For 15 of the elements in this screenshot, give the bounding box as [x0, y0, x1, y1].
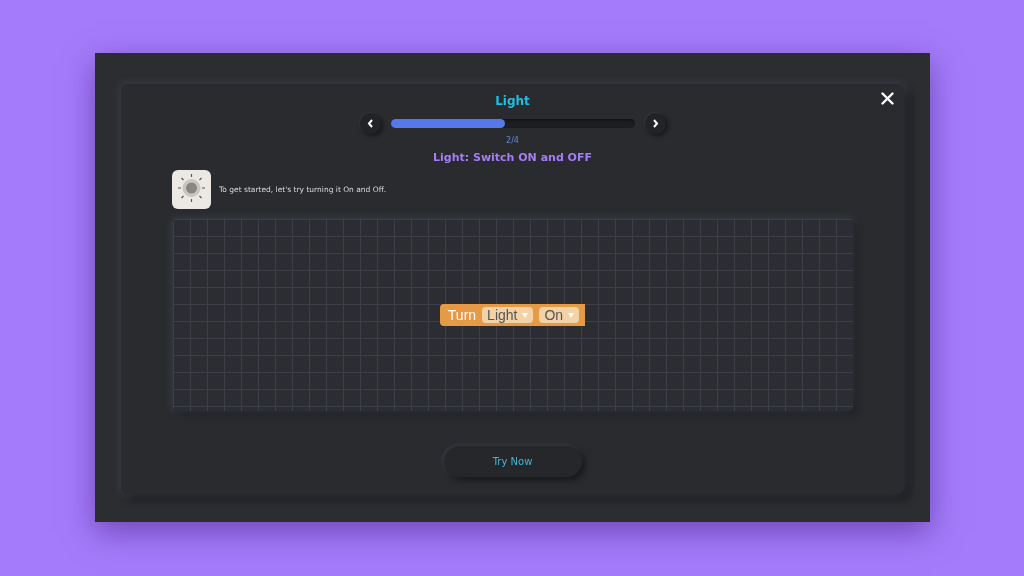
caret-icon [522, 312, 529, 318]
try-now-button[interactable]: Try Now [443, 446, 582, 477]
step-title: Light: Switch ON and OFF [433, 151, 592, 164]
progress-reading: 2/4 [506, 136, 519, 145]
code-block[interactable]: Turn Light On [439, 304, 586, 326]
close-icon[interactable] [881, 92, 894, 105]
dropdown-field[interactable]: Light [482, 307, 534, 323]
dialog-title: Light [495, 94, 530, 109]
previous-button[interactable] [359, 113, 381, 134]
dropdown-field[interactable]: On [539, 307, 580, 323]
block-keyword: Turn [447, 307, 477, 323]
caret-icon [568, 312, 575, 318]
next-button[interactable] [644, 113, 666, 134]
chevron-right-icon [651, 119, 659, 128]
chevron-left-icon [366, 119, 374, 128]
